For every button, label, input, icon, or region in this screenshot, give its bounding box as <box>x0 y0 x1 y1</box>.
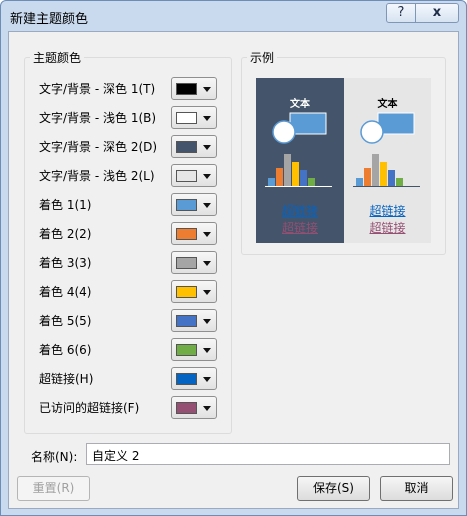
text-bg-light-2-color-picker[interactable] <box>171 164 217 187</box>
accent-3-color-picker[interactable] <box>171 251 217 274</box>
sample-light-bar-2 <box>364 168 371 186</box>
sample-dark-panel: 文本 超链接 超链接 <box>256 78 344 243</box>
sample-dark-text: 文本 <box>290 99 310 110</box>
text-bg-light-2-label: 文字/背景 - 浅色 2(L) <box>39 169 155 183</box>
sample-light-bar-3 <box>372 154 379 186</box>
theme-colors-group-label: 主题颜色 <box>30 49 85 66</box>
text-bg-dark-1-label: 文字/背景 - 深色 1(T) <box>39 82 156 96</box>
accent-1-color-picker[interactable] <box>171 193 217 216</box>
sample-dark-bar-6 <box>308 178 315 186</box>
dropdown-arrow-icon <box>203 232 211 237</box>
close-button[interactable]: x <box>415 3 459 23</box>
accent-2-color-picker[interactable] <box>171 222 217 245</box>
text-bg-dark-2-label: 文字/背景 - 深色 2(D) <box>39 140 158 154</box>
sample-light-bar-5 <box>388 170 395 186</box>
followed-hyperlink-color-picker[interactable] <box>171 396 217 419</box>
sample-dark-visited-link: 超链接 <box>281 221 318 235</box>
title-bar: 新建主题颜色 ? x <box>1 1 466 31</box>
text-bg-dark-2-swatch <box>176 141 197 153</box>
dialog-title: 新建主题颜色 <box>10 12 89 27</box>
sample-light-hyperlink: 超链接 <box>369 204 406 218</box>
accent-2-label: 着色 2(2) <box>39 227 92 241</box>
text-bg-light-1-label: 文字/背景 - 浅色 1(B) <box>39 111 157 125</box>
sample-light-bar-6 <box>396 178 403 186</box>
accent-2-swatch <box>176 228 197 240</box>
sample-light-panel: 文本 超链接 超链接 <box>344 78 431 243</box>
accent-6-color-picker[interactable] <box>171 338 217 361</box>
accent-5-swatch <box>176 315 197 327</box>
sample-preview: 文本 超链接 超链接 文本 超链接 超链接 <box>256 78 431 243</box>
hyperlink-color-picker[interactable] <box>171 367 217 390</box>
followed-hyperlink-label: 已访问的超链接(F) <box>39 401 140 415</box>
accent-1-label: 着色 1(1) <box>39 198 92 212</box>
followed-hyperlink-swatch <box>176 402 197 414</box>
close-icon: x <box>432 5 442 20</box>
accent-5-color-picker[interactable] <box>171 309 217 332</box>
new-theme-colors-dialog: 新建主题颜色 ? x 主题颜色 文字/背景 - 深色 1(T) 文字/背景 - 浅… <box>0 0 467 516</box>
dropdown-arrow-icon <box>203 87 211 92</box>
help-button[interactable]: ? <box>386 3 416 23</box>
dropdown-arrow-icon <box>203 377 211 382</box>
dialog-body: 主题颜色 文字/背景 - 深色 1(T) 文字/背景 - 浅色 1(B) 文字/背景… <box>8 31 459 509</box>
hyperlink-swatch <box>176 373 197 385</box>
accent-3-swatch <box>176 257 197 269</box>
accent-3-label: 着色 3(3) <box>39 256 92 270</box>
sample-dark-bar-1 <box>268 178 275 186</box>
dropdown-arrow-icon <box>203 145 211 150</box>
text-bg-dark-1-color-picker[interactable] <box>171 77 217 100</box>
sample-light-bar-4 <box>380 162 387 186</box>
sample-group-label: 示例 <box>247 49 278 66</box>
dropdown-arrow-icon <box>203 203 211 208</box>
sample-dark-bar-4 <box>292 162 299 186</box>
text-bg-dark-2-color-picker[interactable] <box>171 135 217 158</box>
sample-dark-hyperlink: 超链接 <box>281 204 318 218</box>
sample-light-bar-1 <box>356 178 363 186</box>
hyperlink-label: 超链接(H) <box>39 372 94 386</box>
sample-dark-bar-3 <box>284 154 291 186</box>
dropdown-arrow-icon <box>203 348 211 353</box>
sample-light-text: 文本 <box>377 99 398 110</box>
text-bg-dark-1-swatch <box>176 83 197 95</box>
text-bg-light-1-color-picker[interactable] <box>171 106 217 129</box>
accent-1-swatch <box>176 199 197 211</box>
accent-6-label: 着色 6(6) <box>39 343 92 357</box>
reset-button[interactable]: 重置(R) <box>17 476 90 501</box>
dropdown-arrow-icon <box>203 319 211 324</box>
dropdown-arrow-icon <box>203 290 211 295</box>
accent-4-swatch <box>176 286 197 298</box>
accent-4-label: 着色 4(4) <box>39 285 92 299</box>
sample-dark-bar-5 <box>300 170 307 186</box>
accent-4-color-picker[interactable] <box>171 280 217 303</box>
text-bg-light-2-swatch <box>176 170 197 182</box>
sample-light-visited-link: 超链接 <box>369 221 406 235</box>
save-button[interactable]: 保存(S) <box>297 476 370 501</box>
sample-light-circle <box>360 120 384 144</box>
dropdown-arrow-icon <box>203 406 211 411</box>
sample-dark-bar-2 <box>276 168 283 186</box>
text-bg-light-1-swatch <box>176 112 197 124</box>
dropdown-arrow-icon <box>203 116 211 121</box>
accent-6-swatch <box>176 344 197 356</box>
help-icon: ? <box>397 5 405 20</box>
sample-light-graphics <box>353 112 420 187</box>
name-input[interactable]: 自定义 2 <box>86 443 450 465</box>
accent-5-label: 着色 5(5) <box>39 314 92 328</box>
cancel-button[interactable]: 取消 <box>380 476 453 501</box>
sample-dark-graphics <box>265 112 332 187</box>
dropdown-arrow-icon <box>203 261 211 266</box>
sample-dark-circle <box>272 120 296 144</box>
dropdown-arrow-icon <box>203 174 211 179</box>
name-label: 名称(N): <box>31 450 78 464</box>
